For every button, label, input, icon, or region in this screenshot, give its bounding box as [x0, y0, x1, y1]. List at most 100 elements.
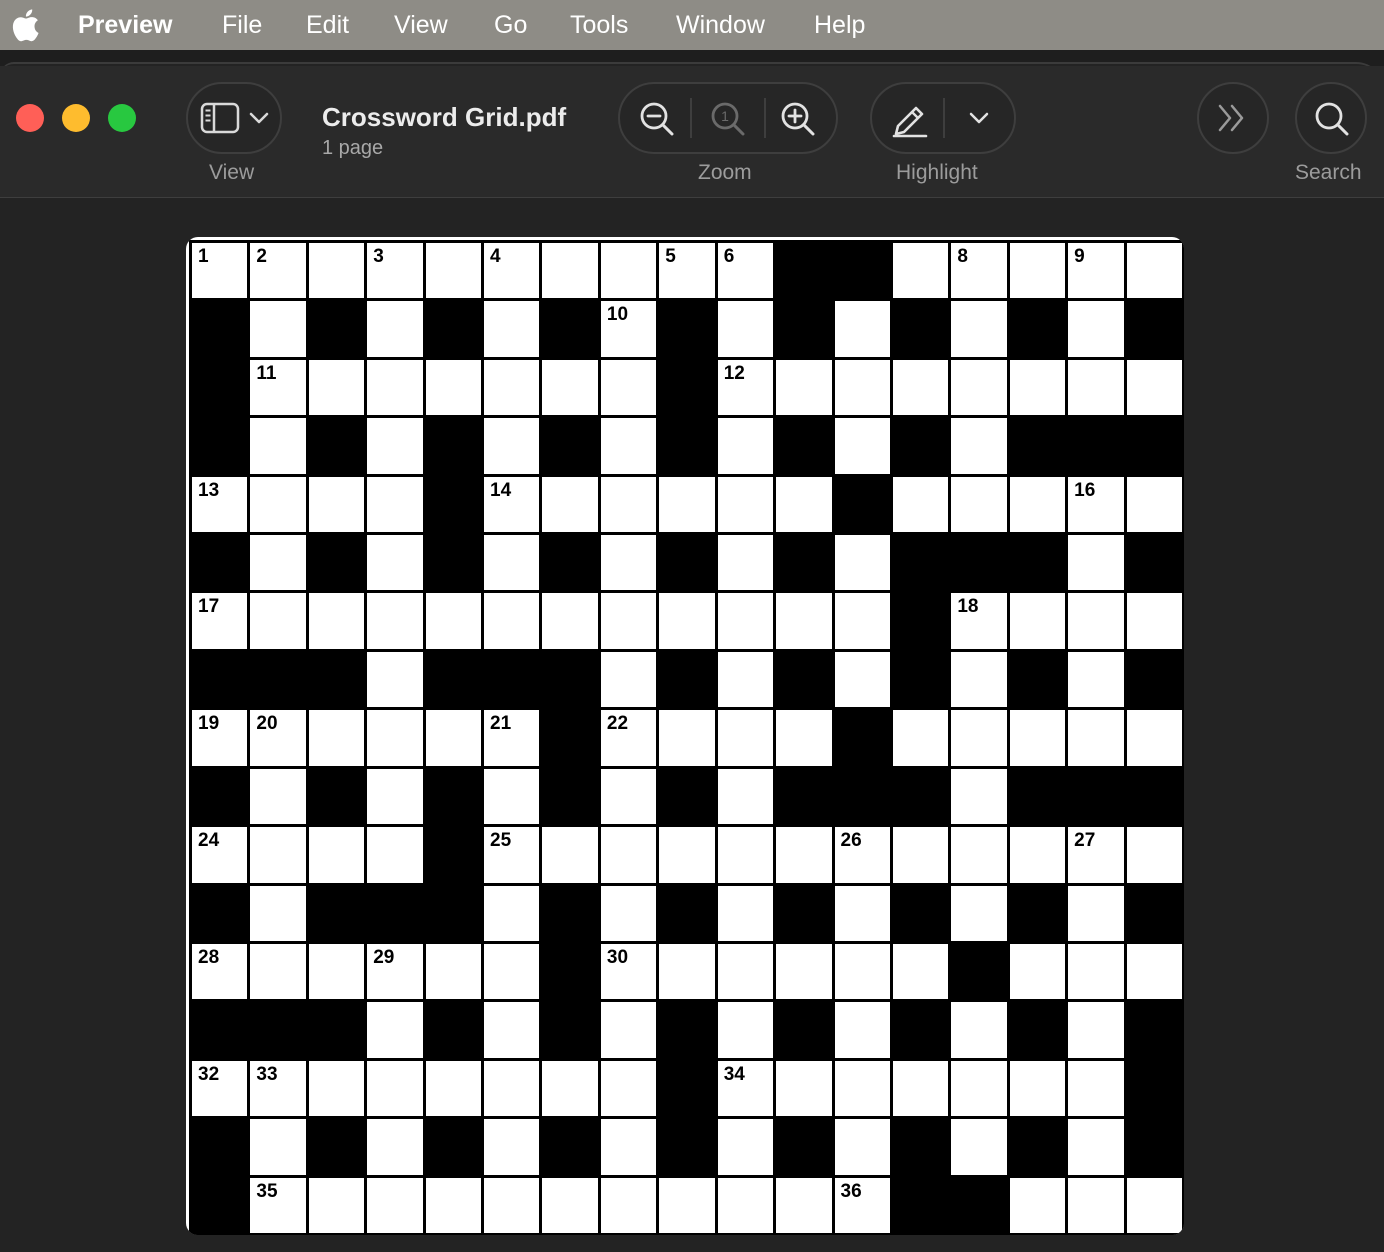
crossword-cell[interactable] [951, 710, 1007, 766]
crossword-cell[interactable] [659, 943, 715, 1000]
crossword-cell[interactable] [1068, 535, 1124, 591]
crossword-cell[interactable] [542, 593, 598, 649]
crossword-cell[interactable] [892, 827, 949, 883]
crossword-cell[interactable] [1126, 710, 1182, 766]
crossword-cell[interactable] [367, 651, 423, 708]
crossword-cell[interactable] [600, 418, 657, 474]
crossword-cell[interactable] [250, 476, 306, 533]
crossword-cell[interactable] [1009, 1060, 1066, 1117]
crossword-cell[interactable] [1126, 359, 1182, 416]
crossword-cell[interactable] [600, 359, 657, 416]
crossword-cell[interactable] [892, 243, 949, 299]
crossword-cell[interactable] [484, 593, 540, 649]
crossword-cell[interactable] [425, 1177, 482, 1233]
crossword-cell[interactable]: 16 [1068, 476, 1124, 533]
crossword-cell[interactable]: 3 [367, 243, 423, 299]
crossword-cell[interactable] [367, 593, 423, 649]
crossword-cell[interactable] [308, 476, 365, 533]
crossword-cell[interactable]: 21 [484, 710, 540, 766]
crossword-cell[interactable]: 32 [192, 1060, 248, 1117]
pdf-page[interactable]: 1 2 3 4 5 6 8 9 10 11 12 13 14 16 17 18 19 20 21 22 24 25 26 27… [186, 237, 1184, 1235]
crossword-cell[interactable] [951, 651, 1007, 708]
crossword-cell[interactable] [892, 943, 949, 1000]
crossword-cell[interactable] [484, 301, 540, 357]
crossword-cell[interactable] [776, 943, 832, 1000]
crossword-cell[interactable] [892, 476, 949, 533]
menu-go[interactable]: Go [494, 9, 527, 41]
crossword-cell[interactable] [776, 827, 832, 883]
crossword-cell[interactable] [425, 593, 482, 649]
crossword-cell[interactable]: 4 [484, 243, 540, 299]
crossword-cell[interactable]: 5 [659, 243, 715, 299]
crossword-cell[interactable]: 28 [192, 943, 248, 1000]
crossword-cell[interactable] [542, 827, 598, 883]
crossword-cell[interactable] [484, 943, 540, 1000]
crossword-cell[interactable] [717, 476, 774, 533]
crossword-cell[interactable] [717, 1119, 774, 1175]
crossword-cell[interactable]: 30 [600, 943, 657, 1000]
crossword-cell[interactable] [1126, 1177, 1182, 1233]
crossword-cell[interactable] [250, 768, 306, 825]
crossword-cell[interactable] [951, 768, 1007, 825]
crossword-cell[interactable] [542, 1060, 598, 1117]
crossword-cell[interactable] [717, 710, 774, 766]
crossword-cell[interactable] [717, 1177, 774, 1233]
crossword-cell[interactable] [367, 535, 423, 591]
crossword-cell[interactable] [1068, 710, 1124, 766]
crossword-cell[interactable] [717, 768, 774, 825]
crossword-cell[interactable] [250, 418, 306, 474]
crossword-cell[interactable] [951, 1002, 1007, 1058]
crossword-cell[interactable] [776, 359, 832, 416]
crossword-cell[interactable] [834, 651, 890, 708]
crossword-cell[interactable] [484, 1119, 540, 1175]
crossword-cell[interactable] [834, 301, 890, 357]
crossword-cell[interactable] [367, 301, 423, 357]
crossword-cell[interactable] [600, 1119, 657, 1175]
crossword-cell[interactable] [600, 1177, 657, 1233]
crossword-cell[interactable]: 26 [834, 827, 890, 883]
crossword-cell[interactable] [659, 710, 715, 766]
menu-window[interactable]: Window [676, 9, 765, 41]
crossword-cell[interactable] [250, 1119, 306, 1175]
highlight-options-chevron-icon[interactable] [968, 110, 990, 126]
crossword-cell[interactable]: 36 [834, 1177, 890, 1233]
crossword-cell[interactable] [834, 418, 890, 474]
crossword-cell[interactable] [308, 593, 365, 649]
crossword-cell[interactable]: 1 [192, 243, 248, 299]
crossword-cell[interactable]: 11 [250, 359, 306, 416]
crossword-cell[interactable] [892, 710, 949, 766]
crossword-cell[interactable] [717, 651, 774, 708]
crossword-cell[interactable] [951, 827, 1007, 883]
crossword-cell[interactable] [367, 1177, 423, 1233]
crossword-cell[interactable] [542, 476, 598, 533]
crossword-cell[interactable] [250, 593, 306, 649]
crossword-cell[interactable] [367, 1060, 423, 1117]
crossword-cell[interactable] [1009, 827, 1066, 883]
crossword-cell[interactable] [484, 1060, 540, 1117]
crossword-cell[interactable]: 12 [717, 359, 774, 416]
crossword-cell[interactable] [484, 359, 540, 416]
crossword-cell[interactable] [600, 593, 657, 649]
crossword-cell[interactable] [717, 535, 774, 591]
crossword-cell[interactable] [425, 359, 482, 416]
crossword-cell[interactable] [250, 301, 306, 357]
crossword-cell[interactable] [1009, 593, 1066, 649]
crossword-cell[interactable] [1009, 243, 1066, 299]
crossword-cell[interactable]: 27 [1068, 827, 1124, 883]
crossword-cell[interactable] [600, 1060, 657, 1117]
document-title[interactable]: Crossword Grid.pdf [322, 102, 566, 133]
crossword-cell[interactable] [659, 827, 715, 883]
crossword-cell[interactable] [1068, 943, 1124, 1000]
crossword-cell[interactable] [776, 1060, 832, 1117]
crossword-cell[interactable] [1009, 1177, 1066, 1233]
crossword-cell[interactable] [776, 1177, 832, 1233]
crossword-cell[interactable] [484, 418, 540, 474]
crossword-cell[interactable] [308, 1060, 365, 1117]
crossword-cell[interactable] [425, 1060, 482, 1117]
crossword-cell[interactable] [951, 418, 1007, 474]
menu-help[interactable]: Help [814, 9, 865, 41]
crossword-cell[interactable] [717, 593, 774, 649]
crossword-cell[interactable] [250, 943, 306, 1000]
crossword-cell[interactable] [425, 710, 482, 766]
menu-tools[interactable]: Tools [570, 9, 628, 41]
